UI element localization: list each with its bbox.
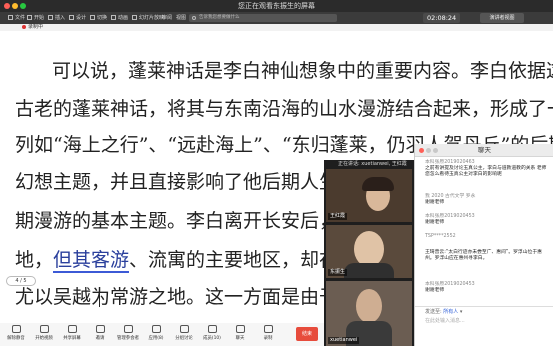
title-bar: 您正在观看东振生的屏幕: [0, 0, 553, 12]
members-button[interactable]: 成员(10): [198, 325, 226, 345]
file-icon: [8, 15, 13, 20]
breakout-button[interactable]: 分组讨论: [170, 325, 198, 345]
hair-shape: [362, 177, 394, 191]
video-panel: 正在讲话: xuetianwei, 王红霞 王红霞 东振生 xuetianwei: [324, 160, 414, 346]
unmute-button[interactable]: 解除静音: [2, 325, 30, 345]
start-video-button[interactable]: 开始视频: [30, 325, 58, 345]
animations-icon: [111, 15, 116, 20]
chevron-down-icon: ▾: [459, 309, 463, 315]
manage-participants-button[interactable]: 管理参会者: [114, 325, 142, 345]
transitions-icon: [90, 15, 95, 20]
doc-line: 古老的蓬莱神话，将其与东南沿海的山水漫游结合起来，形成了一系: [15, 98, 553, 120]
chat-message: 本科张原2019020453 谢谢老师: [425, 214, 549, 226]
participant-name: 东振生: [328, 269, 348, 276]
home-menu[interactable]: 开始: [27, 13, 44, 23]
doc-line: 期漫游的基本主题。李白离开长安后，一度: [15, 210, 377, 232]
video-tile[interactable]: xuetianwei: [326, 281, 412, 346]
participant-name: xuetianwei: [328, 337, 360, 344]
file-menu[interactable]: 文件: [8, 13, 25, 23]
chat-messages: 本科张原2019020463 之前有讲提及讨论玉真公主，李白与道教道教的关系 老…: [415, 158, 553, 306]
chat-message: TSP****2552: [425, 234, 549, 240]
chat-title: 聊天: [478, 146, 491, 154]
record-button[interactable]: 录制: [254, 325, 282, 345]
share-icon: [67, 325, 77, 333]
review-menu[interactable]: 审阅: [162, 13, 172, 23]
chat-message: 本科张原2019020453 谢谢老师: [425, 282, 549, 294]
chat-footer: 发送至: 所有人 ▾ 在此处输入消息...: [415, 306, 553, 346]
text-cursor: [99, 290, 100, 307]
slideshow-menu[interactable]: 幻灯片放映: [132, 13, 164, 23]
participants-icon: [123, 325, 133, 333]
invite-button[interactable]: 邀请: [86, 325, 114, 345]
participant-face: [354, 231, 384, 267]
message-text: 王琦曾云:“太白行迹亦未尝至广、惠间”。罗浮山位于惠州。罗浮山应在惠州寻李白。: [425, 250, 542, 261]
doc-line: 地，但其客游、流寓的主要地区，却在长: [15, 249, 358, 273]
page-control[interactable]: 4 / 5: [6, 276, 36, 286]
slideshow-icon: [132, 15, 137, 20]
doc-line: 尤以吴越为常游之地。这一方面是由于该地: [15, 286, 377, 308]
video-tile[interactable]: 王红霞: [326, 169, 412, 222]
send-to-selector[interactable]: 发送至: 所有人 ▾: [425, 309, 462, 316]
home-icon: [27, 15, 32, 20]
app-window: 您正在观看东振生的屏幕 文件 开始 插入 设计 切换 动画 幻灯片放映 审阅 视…: [0, 0, 553, 346]
presenter-view-button[interactable]: 演讲者视图: [480, 13, 524, 23]
clock: 02:08:24: [423, 13, 461, 23]
microphone-icon: [11, 325, 21, 333]
message-text: 谢谢老师: [425, 200, 445, 205]
recording-indicator: 录制中: [22, 24, 43, 31]
message-sender: TSP****2552: [425, 234, 456, 239]
underlined-text: 但其客游: [53, 249, 130, 273]
message-text: 谢谢老师: [425, 288, 445, 293]
participant-face: [356, 289, 382, 323]
breakout-icon: [179, 325, 189, 333]
share-screen-button[interactable]: 共享屏幕: [58, 325, 86, 345]
message-text: 谢谢老师: [425, 220, 445, 225]
search-input[interactable]: 告诉我您想要做什么: [189, 14, 337, 22]
transitions-menu[interactable]: 切换: [90, 13, 107, 23]
chat-button[interactable]: 聊天: [226, 325, 254, 345]
search-icon: [192, 16, 196, 20]
participant-name: 王红霞: [328, 213, 348, 220]
apps-button[interactable]: 应用(8): [142, 325, 170, 345]
insert-icon: [48, 15, 53, 20]
view-menu[interactable]: 视图: [176, 13, 186, 23]
window-title: 您正在观看东振生的屏幕: [238, 2, 315, 10]
animations-menu[interactable]: 动画: [111, 13, 128, 23]
meeting-controls: 解除静音 开始视频 共享屏幕 邀请 管理参会者 应用(8) 分组讨论 成员(10…: [0, 323, 324, 346]
chat-input[interactable]: 在此处输入消息...: [423, 317, 547, 343]
chat-panel: 聊天 本科张原2019020463 之前有讲提及讨论玉真公主，李白与道教道教的关…: [414, 144, 553, 346]
members-icon: [207, 325, 217, 333]
message-text: 之前有讲提及讨论玉真公主，李白与道教道教的关系 老师您怎么看待玉真公主对李白的影…: [425, 166, 547, 177]
chat-message: 本科张原2019020463 之前有讲提及讨论玉真公主，李白与道教道教的关系 老…: [425, 160, 549, 178]
design-icon: [69, 15, 74, 20]
speaking-indicator: 正在讲话: xuetianwei, 王红霞: [338, 161, 407, 167]
record-icon: [263, 325, 273, 333]
chat-icon: [235, 325, 245, 333]
design-menu[interactable]: 设计: [69, 13, 86, 23]
invite-icon: [95, 325, 105, 333]
ribbon-toolbar: 文件 开始 插入 设计 切换 动画 幻灯片放映 审阅 视图 告诉我您想要做什么 …: [0, 12, 553, 24]
doc-line: 可以说，蓬莱神话是李白神仙想象中的重要内容。李白依据这个: [52, 60, 553, 82]
insert-menu[interactable]: 插入: [48, 13, 65, 23]
apps-icon: [151, 325, 161, 333]
chat-message: 王琦曾云:“太白行迹亦未尝至广、惠间”。罗浮山位于惠州。罗浮山应在惠州寻李白。: [425, 250, 549, 262]
chat-message: 我 2020 古代文学 罗永 谢谢老师: [425, 194, 549, 206]
camera-icon: [39, 325, 49, 333]
video-tile[interactable]: 东振生: [326, 225, 412, 278]
record-dot-icon: [22, 24, 26, 29]
end-meeting-button[interactable]: 结束: [296, 327, 318, 341]
recording-bar: 录制中: [0, 24, 553, 31]
shoulders-shape: [344, 263, 394, 278]
chat-header: 聊天: [415, 144, 553, 157]
